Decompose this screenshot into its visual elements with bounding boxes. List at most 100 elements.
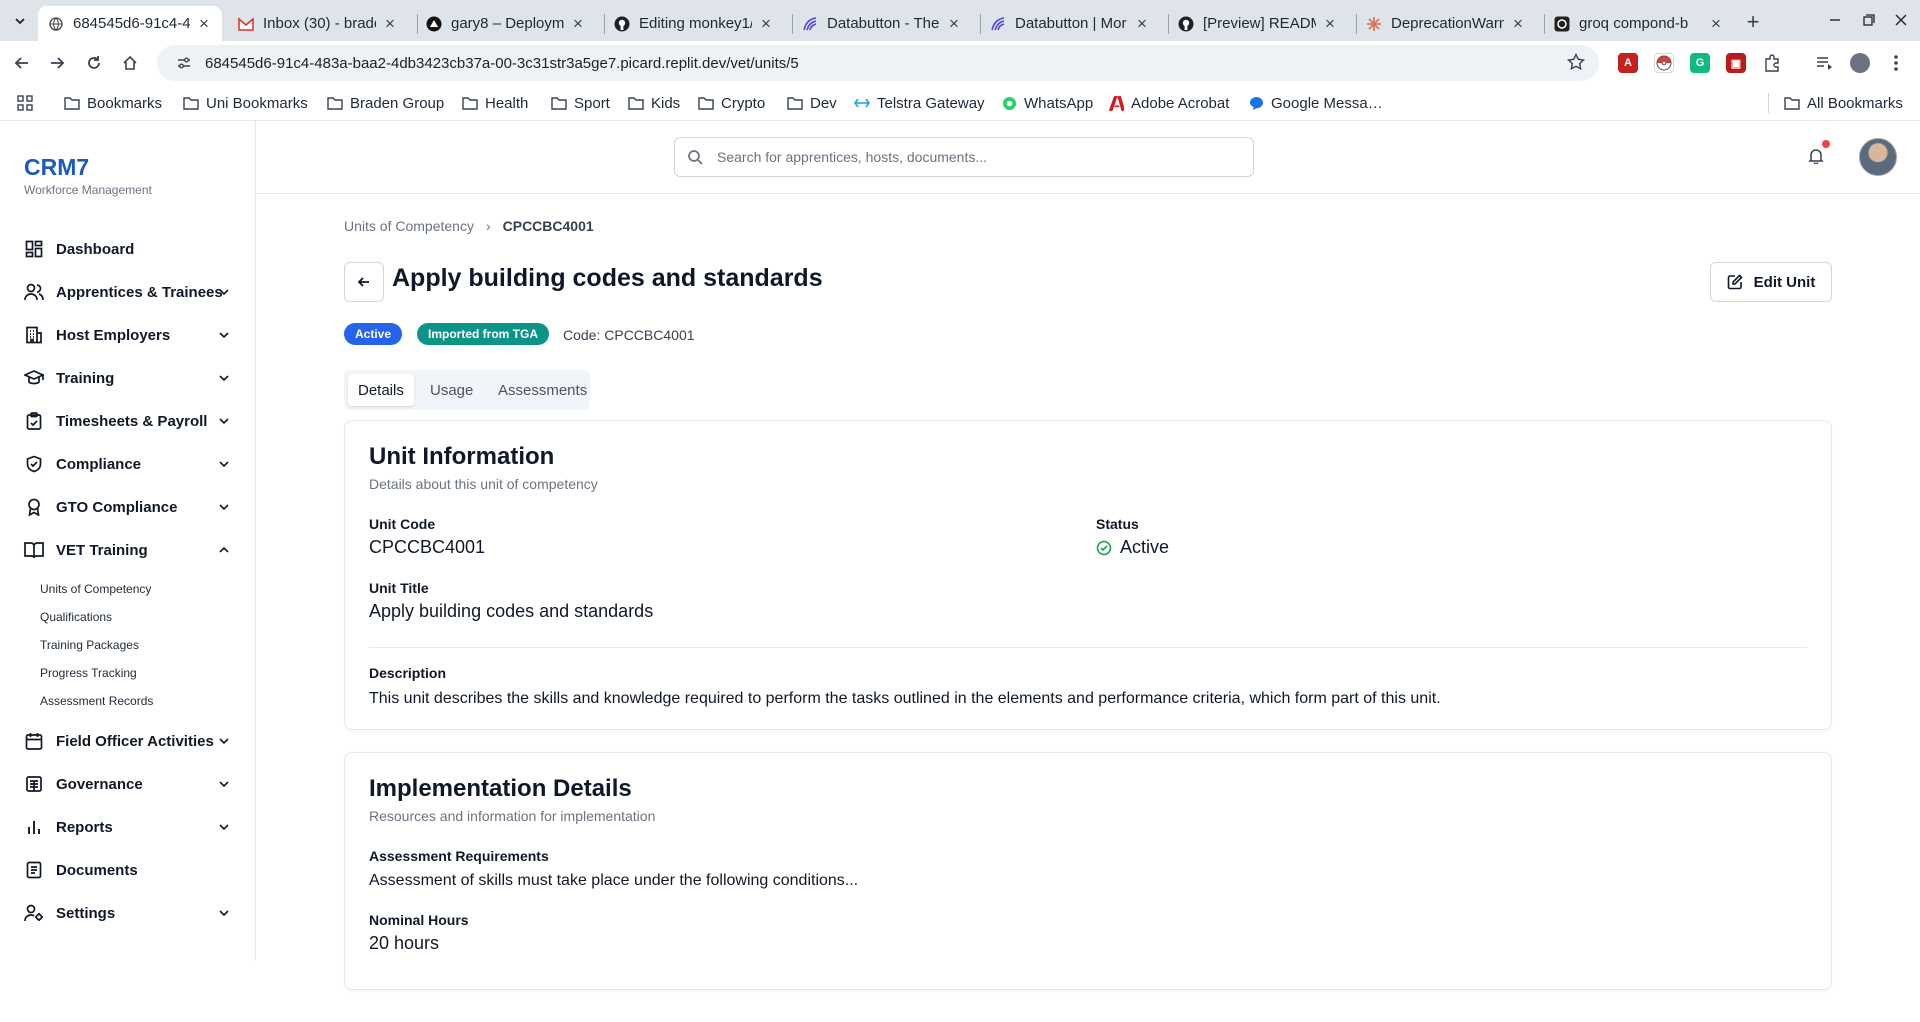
bookmark-folder[interactable]: Bookmarks (64, 93, 162, 113)
browser-tab[interactable]: 684545d6-91c4-4 × (38, 6, 222, 41)
extensions-puzzle-icon[interactable] (1762, 53, 1782, 73)
bookmark-folder[interactable]: Kids (628, 93, 680, 113)
brand-logo[interactable]: CRM7 (24, 154, 89, 181)
breadcrumb-link[interactable]: Units of Competency (344, 218, 474, 234)
search-input[interactable] (717, 149, 1237, 165)
minimize-window-button[interactable] (1822, 8, 1848, 32)
browser-tab[interactable]: [Preview] READM × (1168, 6, 1348, 41)
close-tab-icon[interactable]: × (1322, 14, 1338, 33)
home-button[interactable] (116, 49, 144, 77)
apps-grid-icon[interactable] (17, 93, 33, 113)
tab-assessments[interactable]: Assessments (488, 374, 597, 406)
back-button[interactable] (344, 262, 384, 302)
profile-avatar-icon[interactable] (1850, 53, 1870, 73)
all-bookmarks-folder[interactable]: All Bookmarks (1784, 93, 1903, 113)
sidebar-item-reports[interactable]: Reports (24, 812, 232, 842)
close-tab-icon[interactable]: × (1134, 14, 1150, 33)
browser-tab[interactable]: Databutton | Mor × (980, 6, 1160, 41)
site-settings-icon[interactable] (169, 55, 199, 71)
browser-tab-bar: 684545d6-91c4-4 × Inbox (30) - brade × g… (0, 0, 1920, 41)
home-icon (123, 55, 137, 70)
bookmark-folder[interactable]: Dev (787, 93, 837, 113)
sidebar-item-compliance[interactable]: Compliance (24, 449, 232, 479)
sidebar-item-documents[interactable]: Documents (24, 855, 232, 885)
sidebar-item-training[interactable]: Training (24, 363, 232, 393)
tab-details[interactable]: Details (348, 374, 414, 406)
browser-tab[interactable]: Inbox (30) - brade × (228, 6, 408, 41)
bookmark-label: Braden Group (350, 94, 445, 112)
bookmark-link[interactable]: Google Messa… (1248, 93, 1383, 113)
media-queue-icon[interactable] (1814, 53, 1834, 73)
browser-tab[interactable]: Editing monkey1/ × (604, 6, 784, 41)
edit-unit-button[interactable]: Edit Unit (1710, 262, 1832, 302)
bookmark-folder[interactable]: Uni Bookmarks (183, 93, 308, 113)
bookmark-star-icon[interactable] (1566, 52, 1586, 76)
new-tab-button[interactable]: + (1740, 9, 1766, 35)
sidebar-item-vet-training[interactable]: VET Training (24, 535, 232, 565)
screenshot-extension-icon[interactable]: ▣ (1726, 53, 1746, 73)
sidebar-item-apprentices[interactable]: Apprentices & Trainees (24, 277, 232, 307)
bookmark-link[interactable]: WhatsApp (1001, 93, 1093, 113)
bookmark-folder[interactable]: Crypto (698, 93, 765, 113)
globe-icon (48, 16, 64, 32)
bookmark-folder[interactable]: Sport (551, 93, 610, 113)
shield-check-icon (24, 454, 44, 474)
bookmark-folder[interactable]: Braden Group (327, 93, 444, 113)
close-tab-icon[interactable]: × (1708, 14, 1724, 33)
arrow-left-icon (14, 57, 28, 69)
browser-tab[interactable]: groq compond-b × (1544, 6, 1734, 41)
sidebar-item-host-employers[interactable]: Host Employers (24, 320, 232, 350)
bookmark-link[interactable]: Telstra Gateway (854, 93, 985, 113)
grammar-extension-icon[interactable]: G (1690, 53, 1710, 73)
sidebar-item-timesheets[interactable]: Timesheets & Payroll (24, 406, 232, 436)
bookmark-folder[interactable]: Health (462, 93, 528, 113)
check-circle-icon (1096, 540, 1112, 556)
detail-tabs: Details Usage Assessments (344, 370, 590, 410)
bookmark-label: Adobe Acrobat (1131, 94, 1230, 112)
sidebar-subitem-units[interactable]: Units of Competency (40, 582, 151, 596)
tab-search-dropdown[interactable] (8, 9, 32, 33)
tab-usage[interactable]: Usage (420, 374, 483, 406)
browser-tab[interactable]: DeprecationWarn × (1356, 6, 1536, 41)
close-tab-icon[interactable]: × (1510, 14, 1526, 33)
folder-icon (787, 95, 803, 111)
gmail-icon (238, 16, 254, 32)
browser-tab[interactable]: gary8 – Deployme × (416, 6, 596, 41)
browser-menu-icon[interactable] (1886, 53, 1906, 73)
file-icon (24, 860, 44, 880)
sidebar-item-field-officer[interactable]: Field Officer Activities (24, 726, 232, 756)
global-search[interactable] (674, 137, 1254, 177)
graduation-cap-icon (24, 368, 44, 388)
forward-nav-button[interactable] (43, 49, 71, 77)
main-content: Units of Competency › CPCCBC4001 Apply b… (256, 194, 1920, 1022)
notifications-button[interactable] (1806, 140, 1830, 166)
pokeball-extension-icon[interactable] (1654, 53, 1674, 73)
status-label: Status (1096, 516, 1139, 532)
divider (369, 647, 1807, 648)
close-tab-icon[interactable]: × (196, 14, 212, 33)
sidebar-item-governance[interactable]: Governance (24, 769, 232, 799)
bookmark-link[interactable]: Adobe Acrobat (1108, 93, 1229, 113)
close-tab-icon[interactable]: × (946, 14, 962, 33)
chevron-down-icon (15, 18, 25, 25)
browser-tab[interactable]: Databutton - The × (792, 6, 972, 41)
reload-button[interactable] (80, 49, 108, 77)
address-bar[interactable]: 684545d6-91c4-483a-baa2-4db3423cb37a-00-… (157, 45, 1599, 81)
restore-window-button[interactable] (1856, 8, 1882, 32)
sidebar-item-settings[interactable]: Settings (24, 898, 232, 928)
restore-icon (1863, 14, 1875, 26)
close-tab-icon[interactable]: × (382, 14, 398, 33)
close-tab-icon[interactable]: × (758, 14, 774, 33)
close-window-button[interactable] (1888, 8, 1914, 32)
back-nav-button[interactable] (8, 49, 36, 77)
sidebar-subitem-progress-tracking[interactable]: Progress Tracking (40, 666, 137, 680)
sidebar-item-gto-compliance[interactable]: GTO Compliance (24, 492, 232, 522)
sidebar-subitem-training-packages[interactable]: Training Packages (40, 638, 139, 652)
pdf-extension-icon[interactable]: A (1618, 53, 1638, 73)
close-tab-icon[interactable]: × (570, 14, 586, 33)
sidebar-subitem-qualifications[interactable]: Qualifications (40, 610, 112, 624)
sidebar-item-dashboard[interactable]: Dashboard (24, 234, 232, 264)
sidebar-subitem-assessment-records[interactable]: Assessment Records (40, 694, 153, 708)
user-avatar[interactable] (1859, 138, 1897, 176)
bookmark-label: WhatsApp (1024, 94, 1094, 112)
